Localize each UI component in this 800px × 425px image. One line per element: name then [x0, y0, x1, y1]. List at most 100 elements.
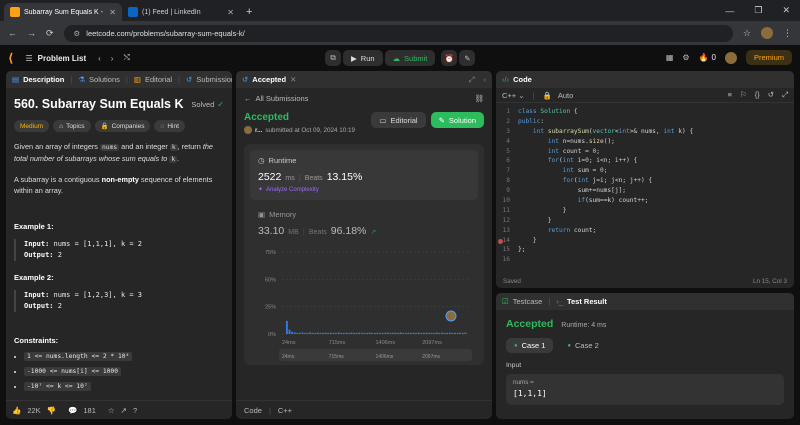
solution-button[interactable]: ✎ Solution — [430, 112, 484, 128]
distribution-bar[interactable] — [309, 332, 312, 334]
distribution-bar[interactable] — [438, 332, 441, 334]
distribution-bar[interactable] — [371, 332, 374, 334]
distribution-bar[interactable] — [446, 332, 449, 334]
distribution-bar[interactable] — [410, 332, 412, 334]
distribution-bar[interactable] — [296, 332, 299, 334]
site-info-icon[interactable]: ⚙ — [74, 29, 81, 38]
distribution-bar[interactable] — [286, 320, 288, 334]
fullscreen-icon[interactable]: ⤢ — [782, 90, 788, 100]
distribution-bar[interactable] — [353, 332, 356, 334]
distribution-bar[interactable] — [337, 332, 340, 334]
distribution-bar[interactable] — [415, 332, 418, 334]
distribution-bar[interactable] — [311, 332, 314, 334]
distribution-bar[interactable] — [428, 332, 430, 334]
distribution-bar[interactable] — [397, 332, 399, 334]
distribution-bar[interactable] — [461, 332, 464, 334]
distribution-bar[interactable] — [288, 329, 291, 334]
notes-icon[interactable]: ✎ — [459, 50, 476, 66]
browser-tab-leetcode[interactable]: Subarray Sum Equals K - LeetC ✕ — [4, 3, 122, 21]
language-select[interactable]: C++ ⌄ — [502, 91, 525, 100]
distribution-bar[interactable] — [293, 332, 296, 334]
distribution-bar[interactable] — [392, 332, 394, 334]
case-1-tab[interactable]: ● Case 1 — [506, 338, 554, 353]
distribution-bar[interactable] — [412, 332, 415, 334]
distribution-bar[interactable] — [420, 332, 423, 334]
shuffle-icon[interactable]: ⤭ — [123, 53, 129, 63]
leetcode-logo-icon[interactable]: ⟨ — [8, 51, 13, 65]
distribution-bar[interactable] — [324, 332, 327, 334]
distribution-bar[interactable] — [358, 332, 361, 334]
tab-description[interactable]: Description — [23, 75, 64, 84]
tab-submissions[interactable]: Submissions — [196, 75, 232, 84]
collapse-icon[interactable]: ‹ — [484, 75, 487, 84]
distribution-bar[interactable] — [314, 332, 317, 334]
code-editor[interactable]: 1 class Solution { 2 public: 3 int subarra… — [496, 103, 794, 273]
autocomplete-mode[interactable]: Auto — [558, 91, 573, 100]
distribution-bar[interactable] — [407, 332, 410, 334]
distribution-bar[interactable] — [342, 332, 345, 334]
distribution-bar[interactable] — [459, 332, 462, 334]
thumbs-up-icon[interactable]: 👍 — [12, 406, 21, 415]
distribution-bar[interactable] — [306, 332, 309, 334]
settings-icon[interactable]: ⚙ — [682, 53, 689, 62]
distribution-bar[interactable] — [304, 332, 306, 334]
distribution-bar[interactable] — [368, 332, 371, 334]
case-2-tab[interactable]: ● Case 2 — [559, 338, 606, 353]
tab-accepted[interactable]: Accepted — [252, 75, 286, 84]
companies-chip[interactable]: 🔒 Companies — [94, 120, 151, 132]
distribution-bar[interactable] — [329, 332, 332, 334]
browser-tab-linkedin[interactable]: (1) Feed | LinkedIn ✕ — [122, 3, 240, 21]
distribution-bar[interactable] — [298, 332, 301, 334]
user-avatar[interactable] — [724, 51, 737, 64]
tab-testcase[interactable]: Testcase — [513, 297, 543, 306]
distribution-bar[interactable] — [340, 332, 343, 334]
runtime-distribution-chart[interactable]: 75% 50% 25% 0% 24ms 715ms 1406ms 2097ms 24ms 715m… — [244, 234, 484, 364]
distribution-bar[interactable] — [301, 332, 304, 334]
tab-code[interactable]: Code — [513, 75, 532, 84]
debug-icon[interactable]: ⧉ — [325, 50, 341, 66]
distribution-bar[interactable] — [417, 332, 420, 334]
layout-icon[interactable]: ▦ — [666, 53, 674, 62]
distribution-bar[interactable] — [394, 332, 397, 334]
submitter-name[interactable]: r... — [255, 127, 262, 134]
format-icon[interactable]: ≡ — [728, 90, 732, 100]
distribution-bar[interactable] — [291, 331, 293, 334]
tab-editorial[interactable]: Editorial — [145, 75, 172, 84]
close-tab-icon[interactable]: ✕ — [227, 8, 234, 17]
distribution-bar[interactable] — [373, 332, 376, 334]
distribution-bar[interactable] — [335, 332, 337, 334]
distribution-bar[interactable] — [389, 332, 392, 334]
menu-dots-icon[interactable]: ⋮ — [783, 28, 792, 39]
distribution-bar[interactable] — [363, 332, 366, 334]
comment-icon[interactable]: 💬 — [68, 406, 77, 415]
topics-chip[interactable]: ⌂ Topics — [53, 120, 91, 132]
distribution-bar[interactable] — [350, 332, 353, 334]
all-submissions-link[interactable]: All Submissions — [256, 94, 309, 103]
distribution-bar[interactable] — [348, 332, 350, 334]
distribution-bar[interactable] — [430, 332, 433, 334]
distribution-bar[interactable] — [423, 332, 425, 334]
distribution-bar[interactable] — [317, 332, 319, 334]
tab-test-result[interactable]: Test Result — [567, 297, 607, 306]
distribution-bar[interactable] — [376, 332, 379, 334]
premium-button[interactable]: Premium — [745, 50, 792, 65]
distribution-bar[interactable] — [366, 332, 368, 334]
distribution-bar[interactable] — [464, 332, 467, 334]
distribution-bar[interactable] — [435, 332, 438, 334]
close-window-icon[interactable]: ✕ — [782, 5, 790, 16]
problem-list-link[interactable]: Problem List — [38, 54, 86, 63]
braces-icon[interactable]: {} — [755, 90, 760, 100]
hint-chip[interactable]: ◌ Hint — [154, 120, 185, 132]
run-button[interactable]: ▶ Run — [343, 50, 383, 66]
minimize-icon[interactable]: — — [725, 6, 734, 16]
analyze-complexity-link[interactable]: Analyze Complexity — [266, 187, 319, 193]
distribution-bar[interactable] — [448, 332, 451, 334]
your-submission-marker[interactable] — [445, 310, 457, 322]
close-tab-icon[interactable]: ✕ — [109, 8, 116, 17]
url-field[interactable]: ⚙ leetcode.com/problems/subarray-sum-equ… — [63, 24, 733, 42]
distribution-bar[interactable] — [360, 332, 363, 334]
thumbs-down-icon[interactable]: 👎 — [47, 406, 56, 415]
distribution-bar[interactable] — [379, 332, 381, 334]
distribution-bar[interactable] — [443, 332, 446, 334]
distribution-bar[interactable] — [384, 332, 387, 334]
